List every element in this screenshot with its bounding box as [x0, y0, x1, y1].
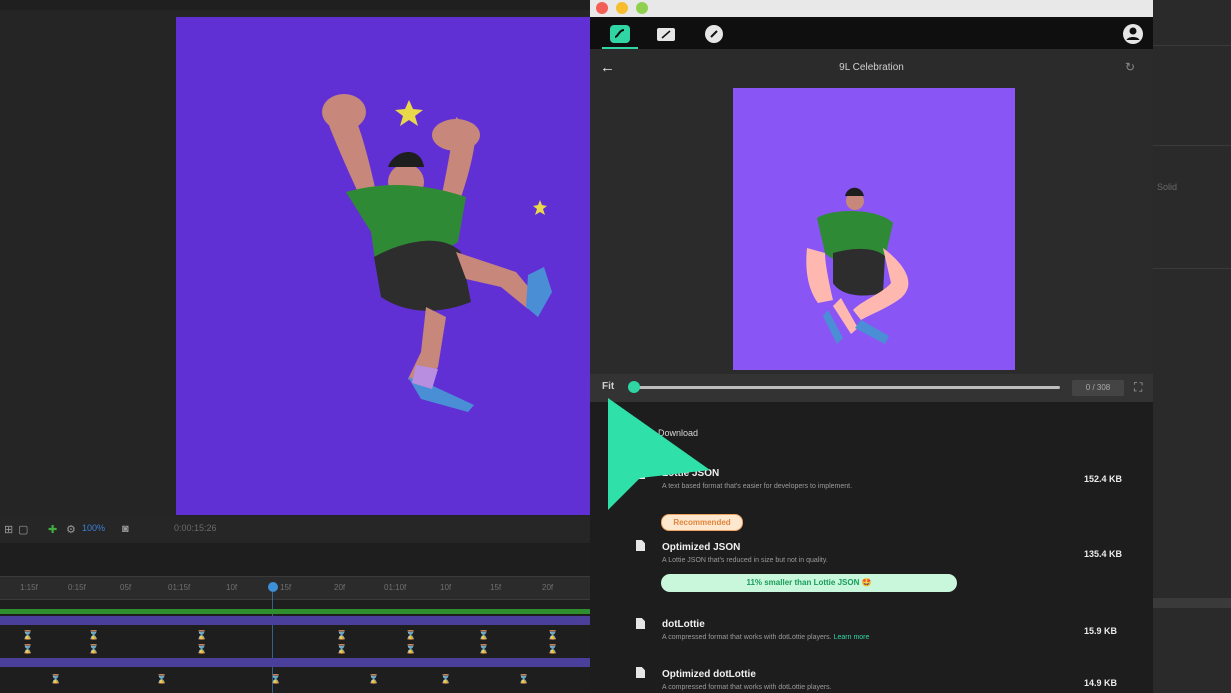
account-button[interactable] [1122, 23, 1144, 50]
scrub-slider-handle[interactable] [628, 381, 640, 393]
fit-button[interactable]: Fit [602, 381, 614, 392]
file-size: 14.9 KB [1084, 678, 1118, 688]
keyframe-icon[interactable]: ⌛ [518, 675, 529, 685]
close-window-button[interactable] [596, 2, 608, 14]
mouse-cursor-icon [608, 398, 710, 510]
ruler-tick: 20f [334, 583, 346, 592]
camera-icon[interactable]: ◙ [122, 523, 129, 535]
file-icon [636, 667, 645, 678]
color-picker-icon[interactable]: ✚ [48, 523, 57, 536]
ruler-tick: 01:15f [168, 583, 191, 592]
ruler-tick: 10f [440, 583, 452, 592]
file-size: 15.9 KB [1084, 626, 1118, 636]
timecode-readout: 0:00:15:26 [174, 523, 217, 533]
refresh-icon[interactable]: ↻ [1125, 60, 1135, 74]
ruler-tick: 15f [280, 583, 292, 592]
celebration-character-illustration [322, 94, 552, 412]
side-panel-label: Solid [1157, 182, 1178, 192]
layer-track[interactable] [0, 658, 590, 667]
playhead-handle[interactable] [268, 582, 278, 592]
ruler-tick: 1:15f [20, 583, 38, 592]
ruler-tick: 0:15f [68, 583, 86, 592]
frame-readout[interactable]: 0 / 308 [1072, 380, 1124, 396]
compass-icon [705, 25, 723, 43]
ruler-tick: 15f [490, 583, 502, 592]
scrub-slider[interactable] [632, 386, 1060, 389]
keyframe-icon[interactable]: ⌛ [196, 645, 207, 655]
keyframe-icon[interactable]: ⌛ [22, 645, 33, 655]
keyframe-icon[interactable]: ⌛ [547, 645, 558, 655]
keyframe-icon[interactable]: ⌛ [336, 645, 347, 655]
layer-track[interactable] [0, 616, 590, 625]
lottiefiles-panel: ← 9L Celebration ↻ Fit 0 / 308 ⛶ Downloa… [590, 0, 1153, 693]
maximize-window-button[interactable] [636, 2, 648, 14]
lottie-logo-icon [610, 25, 630, 43]
size-savings-badge: 11% smaller than Lottie JSON 🤩 [661, 574, 957, 592]
preview-character-illustration [806, 187, 909, 344]
keyframe-icon[interactable]: ⌛ [547, 631, 558, 641]
file-icon [636, 540, 645, 551]
download-option-description: A compressed format that works with dotL… [662, 684, 832, 691]
keyframe-icon[interactable]: ⌛ [478, 645, 489, 655]
keyframe-icon[interactable]: ⌛ [50, 675, 61, 685]
keyframe-icon[interactable]: ⌛ [88, 631, 99, 641]
keyframe-icon[interactable]: ⌛ [270, 675, 281, 685]
minimize-window-button[interactable] [616, 2, 628, 14]
keyframe-icon[interactable]: ⌛ [478, 631, 489, 641]
tab-files[interactable] [648, 21, 684, 47]
description-text: A compressed format that works with dotL… [662, 634, 832, 641]
keyframe-icon[interactable]: ⌛ [196, 631, 207, 641]
ruler-tick: 10f [226, 583, 238, 592]
composition-canvas[interactable] [176, 17, 590, 515]
ruler-tick: 01:10f [384, 583, 407, 592]
animation-preview[interactable] [733, 88, 1015, 370]
keyframe-icon[interactable]: ⌛ [22, 631, 33, 641]
animation-header: ← 9L Celebration ↻ [590, 49, 1153, 85]
keyframe-icon[interactable]: ⌛ [336, 631, 347, 641]
right-side-panel: Solid [1153, 0, 1231, 693]
fullscreen-icon[interactable]: ⛶ [1134, 380, 1142, 395]
keyframe-icon[interactable]: ⌛ [88, 645, 99, 655]
keyframe-icon[interactable]: ⌛ [405, 645, 416, 655]
editor-toolbar: ⊞ ▢ ✚ ⚙ 100% ◙ 0:00:15:26 [0, 517, 600, 543]
keyframe-icon[interactable]: ⌛ [156, 675, 167, 685]
download-option-description: A compressed format that works with dotL… [662, 634, 869, 641]
keyframe-icon[interactable]: ⌛ [368, 675, 379, 685]
download-option-name: dotLottie [662, 619, 705, 630]
work-area-bar[interactable] [0, 609, 590, 614]
mask-icon[interactable]: ▢ [18, 523, 28, 536]
animation-title: 9L Celebration [839, 62, 904, 73]
file-icon [636, 618, 645, 629]
download-option-name: Optimized JSON [662, 542, 741, 553]
ruler-tick: 05f [120, 583, 132, 592]
settings-icon[interactable]: ⚙ [66, 523, 76, 536]
file-size: 135.4 KB [1084, 549, 1123, 559]
tab-discover[interactable] [696, 21, 732, 47]
file-size: 152.4 KB [1084, 474, 1123, 484]
download-option-name: Optimized dotLottie [662, 669, 756, 680]
grid-icon[interactable]: ⊞ [4, 523, 13, 536]
ruler-tick: 20f [542, 583, 554, 592]
learn-more-link[interactable]: Learn more [834, 634, 870, 641]
keyframe-icon[interactable]: ⌛ [405, 631, 416, 641]
recommended-badge: Recommended [661, 514, 743, 531]
tab-lottie[interactable] [602, 21, 638, 49]
folder-icon [657, 28, 675, 41]
keyframe-icon[interactable]: ⌛ [440, 675, 451, 685]
tab-bar [590, 17, 1153, 49]
zoom-percent[interactable]: 100% [82, 523, 105, 533]
download-option-description: A Lottie JSON that's reduced in size but… [662, 557, 828, 564]
window-titlebar [590, 0, 1153, 17]
user-avatar-icon [1123, 24, 1143, 44]
